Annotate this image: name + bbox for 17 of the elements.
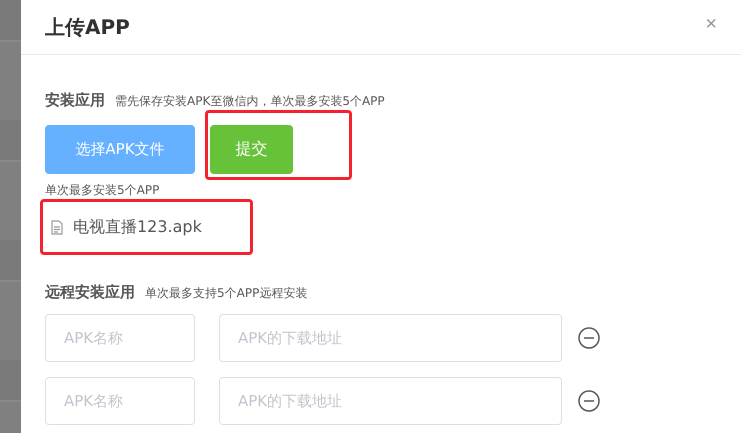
apk-name-field[interactable]: APK名称 bbox=[45, 377, 195, 425]
download-url-field[interactable]: APK的下载地址 bbox=[219, 377, 562, 425]
dialog-title: 上传APP bbox=[45, 14, 130, 40]
choose-file-button[interactable]: 选择APK文件 bbox=[45, 125, 195, 174]
file-name: 电视直播123.apk bbox=[73, 216, 202, 238]
apk-name-field[interactable]: APK名称 bbox=[45, 314, 195, 362]
section-hint: 单次最多支持5个APP远程安装 bbox=[145, 285, 308, 302]
submit-button[interactable]: 提交 bbox=[210, 125, 293, 174]
remove-icon[interactable] bbox=[578, 390, 600, 412]
section-label: 远程安装应用 bbox=[45, 283, 135, 302]
section-hint: 需先保存安装APK至微信内，单次最多安装5个APP bbox=[115, 93, 385, 110]
section-label: 安装应用 bbox=[45, 91, 105, 110]
download-url-field[interactable]: APK的下载地址 bbox=[219, 314, 562, 362]
close-button[interactable]: × bbox=[705, 14, 717, 34]
limit-note: 单次最多安装5个APP bbox=[45, 182, 160, 199]
remove-icon[interactable] bbox=[578, 327, 600, 349]
document-icon bbox=[51, 220, 63, 234]
